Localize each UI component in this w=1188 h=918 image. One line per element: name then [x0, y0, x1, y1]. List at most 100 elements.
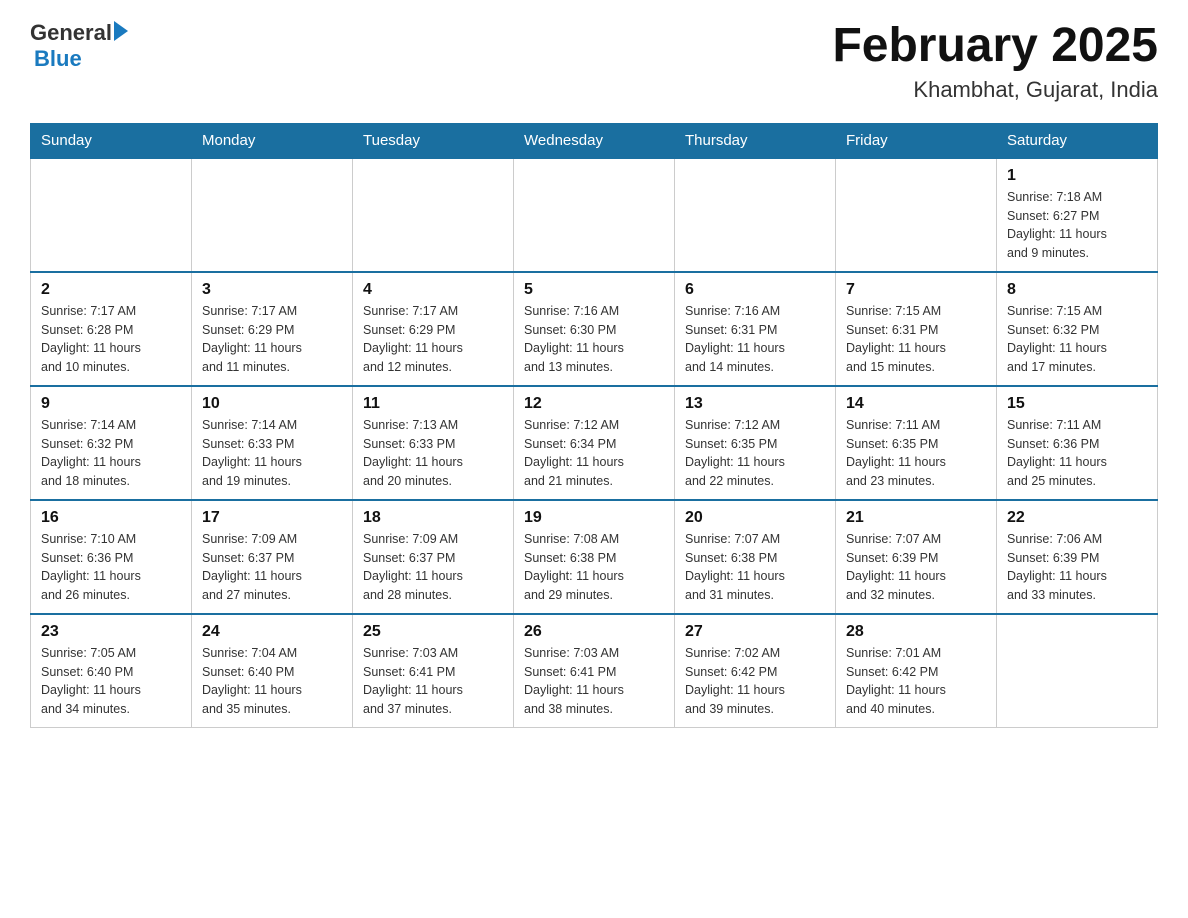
day-number: 4 [363, 281, 503, 299]
day-cell-0-2 [353, 158, 514, 272]
day-cell-3-1: 17Sunrise: 7:09 AMSunset: 6:37 PMDayligh… [192, 500, 353, 614]
day-cell-3-0: 16 Sunrise: 7:10 AMSunset: 6:36 PMDayligh… [31, 500, 192, 614]
week-row-1: 1 Sunrise: 7:18 AMSunset: 6:27 PMDaylight… [31, 158, 1158, 272]
day-info: Sunrise: 7:10 AMSunset: 6:36 PMDaylight:… [41, 530, 181, 605]
calendar-title: February 2025 [832, 20, 1158, 73]
day-info: Sunrise: 7:13 AMSunset: 6:33 PMDaylight:… [363, 416, 503, 491]
day-info: Sunrise: 7:05 AMSunset: 6:40 PMDaylight:… [41, 644, 181, 719]
logo-arrow-icon [114, 21, 128, 41]
day-cell-2-5: 14 Sunrise: 7:11 AMSunset: 6:35 PMDayligh… [836, 386, 997, 500]
day-info: Sunrise: 7:12 AMSunset: 6:35 PMDaylight:… [685, 416, 825, 491]
day-number: 15 [1007, 395, 1147, 413]
day-info: Sunrise: 7:11 AMSunset: 6:36 PMDaylight:… [1007, 416, 1147, 491]
week-row-5: 23 Sunrise: 7:05 AMSunset: 6:40 PMDayligh… [31, 614, 1158, 728]
day-info: Sunrise: 7:14 AMSunset: 6:32 PMDaylight:… [41, 416, 181, 491]
day-number: 7 [846, 281, 986, 299]
day-cell-3-5: 21 Sunrise: 7:07 AMSunset: 6:39 PMDayligh… [836, 500, 997, 614]
day-cell-3-4: 20 Sunrise: 7:07 AMSunset: 6:38 PMDayligh… [675, 500, 836, 614]
day-cell-1-6: 8 Sunrise: 7:15 AMSunset: 6:32 PMDaylight… [997, 272, 1158, 386]
day-cell-4-6 [997, 614, 1158, 728]
day-info: Sunrise: 7:02 AMSunset: 6:42 PMDaylight:… [685, 644, 825, 719]
day-info: Sunrise: 7:01 AMSunset: 6:42 PMDaylight:… [846, 644, 986, 719]
day-number: 23 [41, 623, 181, 641]
day-number: 21 [846, 509, 986, 527]
day-info: Sunrise: 7:15 AMSunset: 6:32 PMDaylight:… [1007, 302, 1147, 377]
day-number: 27 [685, 623, 825, 641]
header-thursday: Thursday [675, 123, 836, 158]
day-info: Sunrise: 7:06 AMSunset: 6:39 PMDaylight:… [1007, 530, 1147, 605]
day-cell-1-1: 3 Sunrise: 7:17 AMSunset: 6:29 PMDaylight… [192, 272, 353, 386]
day-cell-0-0 [31, 158, 192, 272]
day-info: Sunrise: 7:11 AMSunset: 6:35 PMDaylight:… [846, 416, 986, 491]
day-cell-0-5 [836, 158, 997, 272]
week-row-2: 2 Sunrise: 7:17 AMSunset: 6:28 PMDaylight… [31, 272, 1158, 386]
day-number: 2 [41, 281, 181, 299]
header-monday: Monday [192, 123, 353, 158]
header-friday: Friday [836, 123, 997, 158]
day-number: 13 [685, 395, 825, 413]
day-number: 19 [524, 509, 664, 527]
day-number: 12 [524, 395, 664, 413]
header-wednesday: Wednesday [514, 123, 675, 158]
day-cell-3-6: 22 Sunrise: 7:06 AMSunset: 6:39 PMDayligh… [997, 500, 1158, 614]
day-info: Sunrise: 7:15 AMSunset: 6:31 PMDaylight:… [846, 302, 986, 377]
day-number: 20 [685, 509, 825, 527]
day-cell-2-6: 15 Sunrise: 7:11 AMSunset: 6:36 PMDayligh… [997, 386, 1158, 500]
day-info: Sunrise: 7:09 AMSunset: 6:37 PMDaylight:… [363, 530, 503, 605]
day-number: 1 [1007, 167, 1147, 185]
day-number: 28 [846, 623, 986, 641]
day-cell-1-0: 2 Sunrise: 7:17 AMSunset: 6:28 PMDaylight… [31, 272, 192, 386]
day-number: 22 [1007, 509, 1147, 527]
day-number: 16 [41, 509, 181, 527]
day-info: Sunrise: 7:07 AMSunset: 6:38 PMDaylight:… [685, 530, 825, 605]
day-cell-4-0: 23 Sunrise: 7:05 AMSunset: 6:40 PMDayligh… [31, 614, 192, 728]
day-info: Sunrise: 7:07 AMSunset: 6:39 PMDaylight:… [846, 530, 986, 605]
day-cell-0-3 [514, 158, 675, 272]
day-number: 25 [363, 623, 503, 641]
day-cell-2-1: 10 Sunrise: 7:14 AMSunset: 6:33 PMDayligh… [192, 386, 353, 500]
logo-blue-text: Blue [34, 46, 82, 72]
day-cell-4-1: 24Sunrise: 7:04 AMSunset: 6:40 PMDayligh… [192, 614, 353, 728]
day-info: Sunrise: 7:17 AMSunset: 6:29 PMDaylight:… [363, 302, 503, 377]
day-number: 18 [363, 509, 503, 527]
day-info: Sunrise: 7:09 AMSunset: 6:37 PMDaylight:… [202, 530, 342, 605]
day-cell-1-4: 6 Sunrise: 7:16 AMSunset: 6:31 PMDaylight… [675, 272, 836, 386]
day-number: 9 [41, 395, 181, 413]
day-info: Sunrise: 7:16 AMSunset: 6:31 PMDaylight:… [685, 302, 825, 377]
day-info: Sunrise: 7:03 AMSunset: 6:41 PMDaylight:… [363, 644, 503, 719]
day-cell-4-5: 28 Sunrise: 7:01 AMSunset: 6:42 PMDayligh… [836, 614, 997, 728]
day-cell-1-2: 4 Sunrise: 7:17 AMSunset: 6:29 PMDaylight… [353, 272, 514, 386]
day-cell-4-2: 25 Sunrise: 7:03 AMSunset: 6:41 PMDayligh… [353, 614, 514, 728]
day-info: Sunrise: 7:12 AMSunset: 6:34 PMDaylight:… [524, 416, 664, 491]
day-cell-0-6: 1 Sunrise: 7:18 AMSunset: 6:27 PMDaylight… [997, 158, 1158, 272]
day-cell-2-3: 12 Sunrise: 7:12 AMSunset: 6:34 PMDayligh… [514, 386, 675, 500]
logo: General Blue [30, 20, 128, 72]
day-info: Sunrise: 7:17 AMSunset: 6:28 PMDaylight:… [41, 302, 181, 377]
day-number: 8 [1007, 281, 1147, 299]
day-number: 3 [202, 281, 342, 299]
page-header: General Blue February 2025 Khambhat, Guj… [30, 20, 1158, 103]
day-cell-2-0: 9 Sunrise: 7:14 AMSunset: 6:32 PMDaylight… [31, 386, 192, 500]
logo-general-text: General [30, 20, 112, 46]
week-row-4: 16 Sunrise: 7:10 AMSunset: 6:36 PMDayligh… [31, 500, 1158, 614]
day-info: Sunrise: 7:03 AMSunset: 6:41 PMDaylight:… [524, 644, 664, 719]
day-info: Sunrise: 7:17 AMSunset: 6:29 PMDaylight:… [202, 302, 342, 377]
day-info: Sunrise: 7:04 AMSunset: 6:40 PMDaylight:… [202, 644, 342, 719]
day-info: Sunrise: 7:16 AMSunset: 6:30 PMDaylight:… [524, 302, 664, 377]
calendar-header-row: Sunday Monday Tuesday Wednesday Thursday… [31, 123, 1158, 158]
day-number: 6 [685, 281, 825, 299]
day-number: 26 [524, 623, 664, 641]
header-saturday: Saturday [997, 123, 1158, 158]
day-cell-0-1 [192, 158, 353, 272]
day-number: 10 [202, 395, 342, 413]
week-row-3: 9 Sunrise: 7:14 AMSunset: 6:32 PMDaylight… [31, 386, 1158, 500]
day-number: 5 [524, 281, 664, 299]
day-info: Sunrise: 7:18 AMSunset: 6:27 PMDaylight:… [1007, 188, 1147, 263]
day-cell-0-4 [675, 158, 836, 272]
day-cell-1-5: 7 Sunrise: 7:15 AMSunset: 6:31 PMDaylight… [836, 272, 997, 386]
day-info: Sunrise: 7:14 AMSunset: 6:33 PMDaylight:… [202, 416, 342, 491]
day-cell-4-4: 27 Sunrise: 7:02 AMSunset: 6:42 PMDayligh… [675, 614, 836, 728]
day-number: 14 [846, 395, 986, 413]
day-cell-3-2: 18 Sunrise: 7:09 AMSunset: 6:37 PMDayligh… [353, 500, 514, 614]
day-cell-3-3: 19Sunrise: 7:08 AMSunset: 6:38 PMDayligh… [514, 500, 675, 614]
